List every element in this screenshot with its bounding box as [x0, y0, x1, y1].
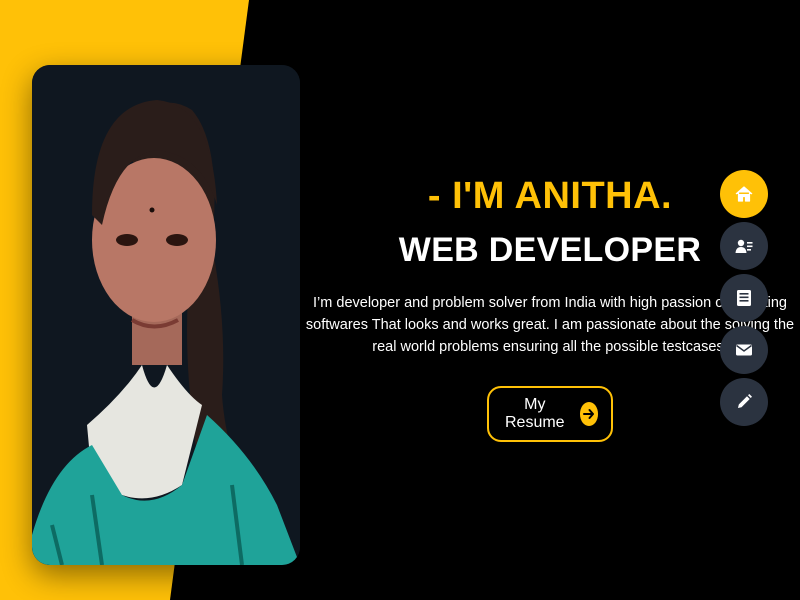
envelope-icon [736, 344, 752, 356]
my-resume-button[interactable]: My Resume [487, 386, 613, 442]
nav-contact-button[interactable] [720, 326, 768, 374]
arrow-right-icon [579, 402, 598, 426]
home-icon [735, 186, 753, 202]
nav-portfolio-button[interactable] [720, 274, 768, 322]
nav-about-button[interactable] [720, 222, 768, 270]
newspaper-icon [737, 290, 751, 306]
profile-photo [32, 65, 300, 565]
pencil-icon [738, 394, 752, 408]
resume-button-label: My Resume [504, 396, 565, 431]
contact-card-icon [735, 239, 753, 253]
profile-photo-illustration [32, 65, 300, 565]
nav-blog-button[interactable] [720, 378, 768, 426]
side-nav [720, 170, 768, 426]
nav-home-button[interactable] [720, 170, 768, 218]
